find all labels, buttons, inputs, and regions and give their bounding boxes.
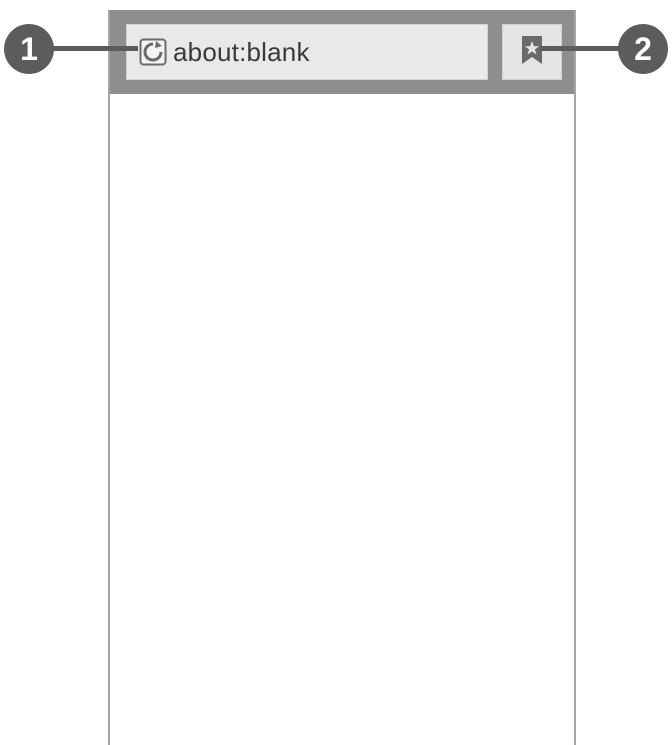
callout-marker-2: 2 [618,24,668,74]
bookmark-button[interactable] [502,24,562,80]
manual-figure: about:blank 1 2 [0,0,672,745]
url-text: about:blank [173,36,310,67]
browser-window: about:blank [108,10,576,745]
page-content-area[interactable] [110,94,574,745]
browser-toolbar: about:blank [110,10,574,94]
url-bar[interactable]: about:blank [126,24,488,80]
callout-1-leader-line [52,46,138,51]
callout-2-leader-line [540,46,622,51]
globe-refresh-icon [137,36,169,68]
callout-marker-1: 1 [4,24,54,74]
bookmark-star-icon [520,35,544,70]
